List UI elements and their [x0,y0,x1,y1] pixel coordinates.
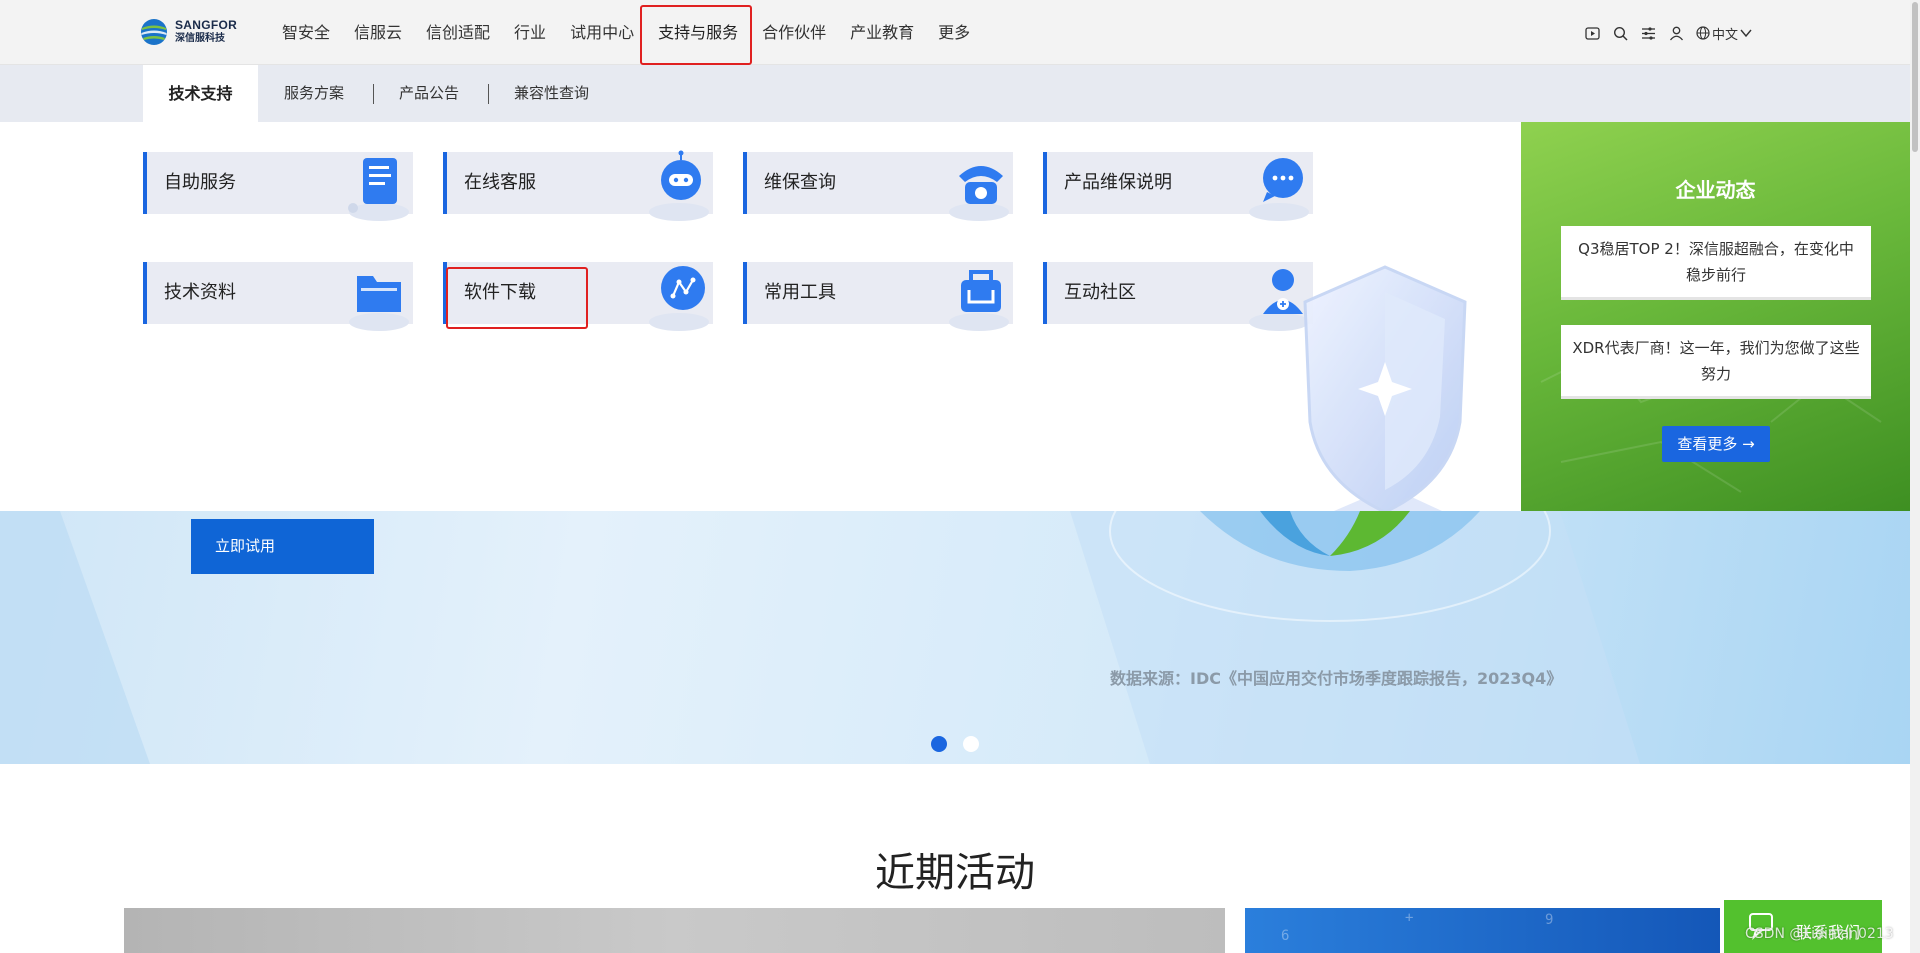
sangfor-globe-icon [141,19,167,45]
top-header: SANGFOR 深信服科技 智安全 信服云 信创适配 行业 试用中心 支持与服务… [0,0,1910,65]
folder-icon [349,276,409,331]
document-icon [348,158,409,221]
try-now-button[interactable]: 立即试用 [191,519,374,574]
tab-service-plans[interactable]: 服务方案 [284,65,344,122]
hero-banner: 立即试用 数据来源：IDC《中国应用交付市场季度跟踪报告，2023Q4》 [0,511,1910,764]
menu-card-warranty-query[interactable]: 维保查询 [743,152,1013,221]
enterprise-news-panel: 企业动态 Q3稳居TOP 2！深信服超融合，在变化中稳步前行 XDR代表厂商！这… [1521,122,1910,511]
recent-activities-title: 近期活动 [875,850,1035,896]
language-switcher[interactable]: 中文 [1696,24,1752,43]
support-subnav: 技术支持 服务方案 产品公告 兼容性查询 [0,65,1910,122]
robot-icon [649,150,709,221]
nav-item-industry[interactable]: 行业 [514,0,546,65]
news-item[interactable]: Q3稳居TOP 2！深信服超融合，在变化中稳步前行 [1561,226,1871,300]
support-menu-panel: 自助服务 在线客服 维保查询 产品维保说明 技术资料 软件下载 常用工具 互动社… [0,122,1521,511]
telephone-icon [949,166,1009,221]
data-source-text: 数据来源：IDC《中国应用交付市场季度跟踪报告，2023Q4》 [1110,669,1563,688]
header-tools: 中文 [1584,22,1752,44]
tab-divider [373,84,374,104]
page-scrollbar[interactable] [1910,0,1920,953]
tab-product-announcements[interactable]: 产品公告 [399,65,459,122]
card-label: 在线客服 [464,172,536,193]
scrollbar-thumb[interactable] [1912,2,1918,152]
csdn-watermark: CSDN @Lidinian0213 [1745,926,1894,942]
menu-card-software-download[interactable]: 软件下载 [443,262,713,331]
menu-card-tech-docs[interactable]: 技术资料 [143,262,413,331]
video-icon[interactable] [1584,25,1601,42]
globe-icon [1696,26,1710,40]
menu-card-online-service[interactable]: 在线客服 [443,150,713,221]
nav-item-xinchuang[interactable]: 信创适配 [426,0,490,65]
card-label: 技术资料 [164,282,236,303]
news-title: 企业动态 [1675,178,1756,202]
nav-item-smart-security[interactable]: 智安全 [282,0,330,65]
menu-card-warranty-description[interactable]: 产品维保说明 [1043,152,1313,221]
card-label: 维保查询 [764,172,836,193]
nav-item-education[interactable]: 产业教育 [850,0,914,65]
nav-item-trial-center[interactable]: 试用中心 [570,0,634,65]
brand-name-cn: 深信服科技 [175,33,225,44]
card-label: 软件下载 [464,282,536,303]
tab-compatibility-query[interactable]: 兼容性查询 [514,65,589,122]
carousel-dot-2[interactable] [963,736,979,752]
card-label: 互动社区 [1064,282,1136,303]
brand-name-en: SANGFOR [175,18,238,32]
nav-item-more[interactable]: 更多 [938,0,970,65]
filter-sliders-icon[interactable] [1640,25,1657,42]
activity-card-image[interactable] [124,908,1225,953]
card-label: 产品维保说明 [1064,172,1172,193]
menu-card-common-tools[interactable]: 常用工具 [743,262,1013,331]
chat-bubble-icon [1249,158,1309,221]
nav-item-cloud[interactable]: 信服云 [354,0,402,65]
carousel-dot-1[interactable] [931,736,947,752]
tab-divider [488,84,489,104]
tab-tech-support[interactable]: 技术支持 [143,65,258,122]
shield-illustration [1303,265,1467,511]
user-icon[interactable] [1668,25,1685,42]
card-label: 自助服务 [164,172,236,193]
activity-card-image[interactable]: +6 9 [1245,908,1720,953]
chevron-down-icon [1740,29,1752,38]
card-label: 常用工具 [764,282,836,303]
view-more-button[interactable]: 查看更多 → [1662,426,1770,462]
nav-item-partners[interactable]: 合作伙伴 [762,0,826,65]
menu-card-self-service[interactable]: 自助服务 [143,152,413,221]
language-label: 中文 [1712,27,1739,43]
main-nav: 智安全 信服云 信创适配 行业 试用中心 支持与服务 合作伙伴 产业教育 更多 [270,0,982,65]
toolbox-icon [949,270,1009,331]
news-item[interactable]: XDR代表厂商！这一年，我们为您做了这些努力 [1561,325,1871,399]
sangfor-logo[interactable]: SANGFOR 深信服科技 [139,17,237,47]
nav-item-support-service[interactable]: 支持与服务 [658,0,738,65]
carousel-dots [931,736,979,752]
search-icon[interactable] [1612,25,1629,42]
share-node-icon [649,266,709,331]
